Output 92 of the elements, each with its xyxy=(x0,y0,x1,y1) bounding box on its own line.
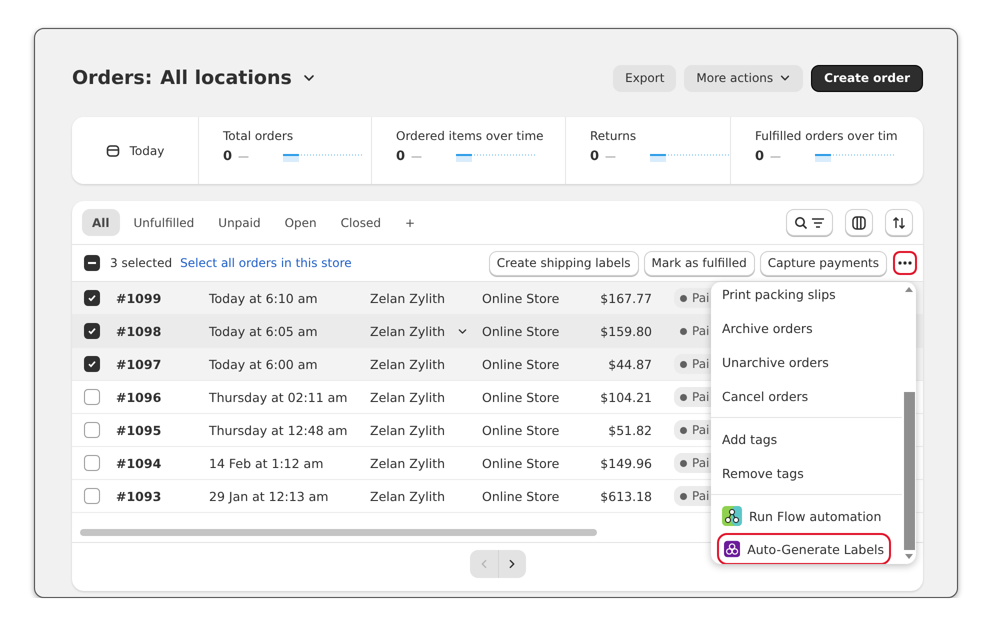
order-total: $44.87 xyxy=(607,356,652,372)
search-filter-button[interactable] xyxy=(786,209,833,236)
order-date: Thursday at 12:48 am xyxy=(209,422,348,438)
metric-label: Fulfilled orders over tim xyxy=(755,129,899,143)
filter-tab[interactable]: Unfulfilled xyxy=(124,209,204,236)
scroll-up-arrow-icon[interactable] xyxy=(905,286,913,292)
customer-name: Zelan Zylith xyxy=(370,422,446,438)
minus-icon xyxy=(88,262,96,264)
trend-dash: — xyxy=(411,150,422,163)
columns-icon xyxy=(852,216,866,230)
filter-icon xyxy=(811,216,825,228)
page-title: Orders: xyxy=(72,67,152,89)
trend-dash: — xyxy=(605,150,616,163)
order-date: 14 Feb at 1:12 am xyxy=(209,456,324,470)
order-date: Today at 6:00 am xyxy=(209,356,319,372)
customer-name: Zelan Zylith xyxy=(370,324,446,338)
sales-channel: Online Store xyxy=(482,356,560,372)
customer-name: Zelan Zylith xyxy=(370,456,446,470)
order-total: $159.80 xyxy=(599,324,652,338)
order-number: #1094 xyxy=(116,456,162,470)
order-number: #1093 xyxy=(116,488,162,504)
metric-value: 0 xyxy=(590,149,600,164)
metric-label: Total orders xyxy=(223,129,294,143)
order-total: $149.96 xyxy=(599,456,652,470)
metric-label: Ordered items over time xyxy=(396,129,545,143)
customer-name: Zelan Zylith xyxy=(370,356,446,372)
customer-name: Zelan Zylith xyxy=(370,390,446,404)
date-range-button[interactable]: Today xyxy=(72,117,199,184)
filter-tab[interactable]: All xyxy=(82,209,120,236)
order-date: Today at 6:10 am xyxy=(209,290,319,306)
select-all-link[interactable]: Select all orders in this store xyxy=(180,256,352,270)
sales-channel: Online Store xyxy=(482,290,560,306)
sales-channel: Online Store xyxy=(482,456,560,470)
checkmark-icon xyxy=(87,359,97,369)
flow-app-icon xyxy=(722,506,742,526)
row-checkbox[interactable] xyxy=(84,389,100,405)
order-total: $167.77 xyxy=(599,290,652,306)
filter-tab[interactable]: Closed xyxy=(330,209,391,236)
horizontal-scrollbar[interactable] xyxy=(80,529,597,536)
sales-channel: Online Store xyxy=(482,324,560,338)
customer-name: Zelan Zylith xyxy=(370,290,446,306)
export-button[interactable]: Export xyxy=(613,64,676,92)
metric-label: Returns xyxy=(590,129,638,143)
trend-dash: — xyxy=(770,150,782,163)
metric-value: 0 xyxy=(223,149,232,164)
hexagon-app-icon xyxy=(724,539,740,559)
filter-tab[interactable]: Open xyxy=(274,209,327,236)
sales-channel: Online Store xyxy=(482,390,560,404)
search-icon xyxy=(794,216,808,230)
order-number: #1098 xyxy=(116,324,162,338)
ellipsis-icon xyxy=(898,261,912,265)
checkmark-icon xyxy=(87,326,97,336)
bulk-action-button[interactable]: Create shipping labels xyxy=(488,250,639,276)
row-checkbox[interactable] xyxy=(84,455,100,471)
trend-dash: — xyxy=(238,150,250,163)
order-total: $613.18 xyxy=(599,488,652,504)
create-button[interactable]: Create order xyxy=(811,64,923,92)
location-selector[interactable]: All locations xyxy=(152,67,316,89)
filter-tab[interactable]: + xyxy=(394,209,426,236)
order-date: 29 Jan at 12:13 am xyxy=(209,488,330,504)
order-number: #1095 xyxy=(116,422,162,438)
calendar-icon xyxy=(106,144,120,158)
row-checkbox[interactable] xyxy=(84,488,100,504)
menu-button[interactable]: More actions xyxy=(684,64,804,92)
scroll-down-arrow-icon[interactable] xyxy=(905,554,913,560)
select-all-checkbox[interactable] xyxy=(84,255,100,271)
metric-value: 0 xyxy=(396,149,406,164)
sales-channel: Online Store xyxy=(482,422,560,438)
menu-item[interactable]: Auto-Generate Labels xyxy=(717,533,891,564)
metric-value: 0 xyxy=(755,149,764,164)
order-number: #1097 xyxy=(116,356,162,372)
sales-channel: Online Store xyxy=(482,488,560,504)
checkmark-icon xyxy=(87,293,97,303)
order-date: Today at 6:05 am xyxy=(209,324,319,338)
more-button[interactable] xyxy=(893,251,917,275)
sort-button[interactable] xyxy=(885,209,913,236)
bulk-action-button[interactable]: Mark as fulfilled xyxy=(644,250,755,276)
order-total: $104.21 xyxy=(599,390,652,404)
customer-name: Zelan Zylith xyxy=(370,488,446,504)
bulk-action-button[interactable]: Capture payments xyxy=(760,250,887,276)
row-checkbox[interactable] xyxy=(84,422,100,438)
selected-count: 3 selected xyxy=(110,256,172,270)
row-checkbox[interactable] xyxy=(84,290,100,306)
filter-tab[interactable]: Unpaid xyxy=(208,209,271,236)
order-total: $51.82 xyxy=(607,422,652,438)
order-date: Thursday at 02:11 am xyxy=(209,390,348,404)
order-number: #1099 xyxy=(116,290,162,306)
columns-button[interactable] xyxy=(845,209,873,236)
row-checkbox[interactable] xyxy=(84,356,100,372)
row-checkbox[interactable] xyxy=(84,323,100,339)
sort-icon xyxy=(892,216,906,230)
order-number: #1096 xyxy=(116,390,162,404)
